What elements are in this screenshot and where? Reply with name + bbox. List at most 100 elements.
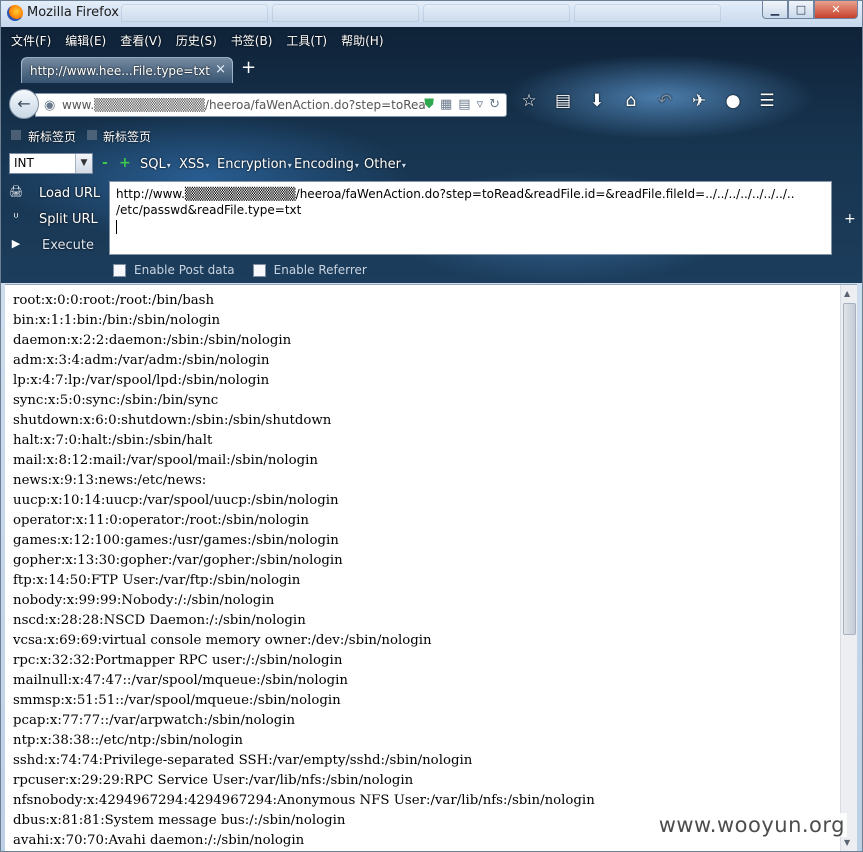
passwd-line: nfsnobody:x:4294967294:4294967294:Anonym…	[13, 793, 595, 808]
background-windows	[121, 4, 721, 22]
minus-button[interactable]: -	[102, 155, 108, 171]
hackbar-options: Enable Post data Enable Referrer	[113, 261, 385, 279]
navigation-toolbar: ◉ www.▒▒▒▒▒▒▒▒▒▒▒▒/heeroa/faWenAction.do…	[1, 85, 862, 123]
passwd-line: nobody:x:99:99:Nobody:/:/sbin/nologin	[13, 593, 275, 608]
passwd-line: uucp:x:10:14:uucp:/var/spool/uucp:/sbin/…	[13, 493, 339, 508]
menu-other[interactable]: Other	[364, 157, 406, 172]
bookmarks-list-icon[interactable]: ▤	[551, 91, 575, 111]
scroll-down-icon[interactable]: ▼	[844, 838, 850, 847]
expand-icon[interactable]: +	[844, 211, 856, 227]
bookmark-new-tab-2[interactable]: 新标签页	[103, 128, 151, 145]
execute-button[interactable]: ▶ Execute	[1, 233, 109, 257]
chevron-down-icon: ▼	[75, 154, 92, 173]
passwd-line: root:x:0:0:root:/root:/bin/bash	[13, 293, 215, 308]
menu-view[interactable]: 查看(V)	[120, 32, 162, 49]
load-url-label: Load URL	[39, 186, 101, 201]
passwd-line: rpcuser:x:29:29:RPC Service User:/var/li…	[13, 773, 414, 788]
tab-title: http://www.hee...File.type=txt	[30, 64, 210, 78]
passwd-line: daemon:x:2:2:daemon:/sbin:/sbin/nologin	[13, 333, 292, 348]
passwd-line: adm:x:3:4:adm:/var/adm:/sbin/nologin	[13, 353, 270, 368]
menu-bar: 文件(F) 编辑(E) 查看(V) 历史(S) 书签(B) 工具(T) 帮助(H…	[1, 27, 862, 53]
load-url-button[interactable]: 🖨 Load URL	[1, 181, 109, 205]
enable-post-checkbox[interactable]: Enable Post data	[113, 263, 235, 277]
enable-referrer-checkbox[interactable]: Enable Referrer	[252, 263, 367, 277]
globe-addon-icon[interactable]: ●	[721, 91, 745, 111]
dropdown-history-icon[interactable]: ▿	[477, 97, 484, 112]
menu-help[interactable]: 帮助(H)	[341, 32, 383, 49]
split-url-button[interactable]: ᵁ Split URL	[1, 207, 109, 231]
firefox-window: Mozilla Firefox ▁ □ ✕ 文件(F) 编辑(E) 查看(V) …	[0, 0, 863, 852]
extension-icon[interactable]: ✈	[687, 91, 711, 111]
passwd-line: nscd:x:28:28:NSCD Daemon:/:/sbin/nologin	[13, 613, 306, 628]
window-controls: ▁ □ ✕	[762, 1, 858, 19]
close-window-button[interactable]: ✕	[814, 1, 858, 19]
int-select-value: INT	[14, 156, 34, 170]
undo-icon[interactable]: ↶	[653, 91, 677, 111]
menu-history[interactable]: 历史(S)	[176, 32, 217, 49]
passwd-line: pcap:x:77:77::/var/arpwatch:/sbin/nologi…	[13, 713, 296, 728]
firefox-logo-icon	[7, 5, 23, 21]
reader-view-icon[interactable]: ▤	[458, 97, 470, 112]
execute-icon: ▶	[11, 237, 21, 250]
passwd-line: mailnull:x:47:47::/var/spool/mqueue:/sbi…	[13, 673, 348, 688]
menu-encoding[interactable]: Encoding	[294, 157, 359, 172]
scrollbar-thumb[interactable]	[843, 303, 856, 635]
address-icons: ⛊ ▦ ▤ ▿ ↻	[424, 97, 500, 112]
scroll-up-icon[interactable]: ▲	[844, 289, 850, 298]
ghost-tab	[574, 4, 721, 22]
passwd-line: gopher:x:13:30:gopher:/var/gopher:/sbin/…	[13, 553, 343, 568]
passwd-line: ntp:x:38:38::/etc/ntp:/sbin/nologin	[13, 733, 243, 748]
plus-button[interactable]: +	[119, 155, 131, 171]
bookmark-new-tab-1[interactable]: 新标签页	[28, 128, 76, 145]
back-button[interactable]: ←	[9, 89, 39, 119]
passwd-line: operator:x:11:0:operator:/root:/sbin/nol…	[13, 513, 309, 528]
home-icon[interactable]: ⌂	[619, 91, 643, 111]
address-bar[interactable]: ◉ www.▒▒▒▒▒▒▒▒▒▒▒▒/heeroa/faWenAction.do…	[35, 93, 507, 117]
load-url-icon: 🖨	[9, 185, 23, 198]
menu-tools[interactable]: 工具(T)	[286, 32, 327, 49]
address-input[interactable]: www.▒▒▒▒▒▒▒▒▒▒▒▒/heeroa/faWenAction.do?s…	[62, 98, 434, 112]
menu-encryption[interactable]: Encryption	[217, 157, 292, 172]
tab-active[interactable]: http://www.hee...File.type=txt ×	[21, 57, 233, 83]
ghost-tab	[423, 4, 570, 22]
shield-icon[interactable]: ⛊	[424, 97, 434, 112]
hamburger-menu-icon[interactable]: ☰	[755, 91, 779, 111]
passwd-line: rpc:x:32:32:Portmapper RPC user:/:/sbin/…	[13, 653, 343, 668]
url-line: http://www.▒▒▒▒▒▒▒▒▒▒▒▒/heeroa/faWenActi…	[116, 187, 795, 201]
int-select[interactable]: INT ▼	[9, 153, 93, 174]
passwd-line: sync:x:5:0:sync:/sbin:/bin/sync	[13, 393, 219, 408]
passwd-line: shutdown:x:6:0:shutdown:/sbin:/sbin/shut…	[13, 413, 332, 428]
checkbox-box[interactable]	[252, 263, 266, 277]
split-url-label: Split URL	[39, 212, 98, 227]
new-tab-button[interactable]: +	[241, 59, 256, 77]
url-line: /etc/passwd&readFile.type=txt	[116, 203, 302, 217]
menu-bookmarks[interactable]: 书签(B)	[231, 32, 273, 49]
checkbox-box[interactable]	[113, 263, 126, 277]
hackbar-url-textarea[interactable]: http://www.▒▒▒▒▒▒▒▒▒▒▒▒/heeroa/faWenActi…	[109, 181, 832, 255]
toolbar-icons: ☆ ▤ ⬇ ⌂ ↶ ✈ ● ☰	[517, 91, 779, 111]
split-url-icon: ᵁ	[13, 211, 19, 224]
download-icon[interactable]: ⬇	[585, 91, 609, 111]
text-caret	[116, 220, 117, 234]
passwd-line: vcsa:x:69:69:virtual console memory owne…	[13, 633, 432, 648]
vertical-scrollbar[interactable]: ▲ ▼	[840, 285, 857, 851]
menu-xss[interactable]: XSS	[179, 157, 209, 172]
passwd-line: news:x:9:13:news:/etc/news:	[13, 473, 207, 488]
close-tab-icon[interactable]: ×	[215, 62, 226, 77]
minimize-button[interactable]: ▁	[762, 1, 788, 19]
menu-edit[interactable]: 编辑(E)	[65, 32, 106, 49]
qr-code-icon[interactable]: ▦	[440, 97, 452, 112]
maximize-button[interactable]: □	[788, 1, 814, 19]
window-title: Mozilla Firefox	[27, 5, 119, 20]
passwd-line: games:x:12:100:games:/usr/games:/sbin/no…	[13, 533, 339, 548]
tab-strip: http://www.hee...File.type=txt × +	[1, 55, 862, 83]
enable-referrer-label: Enable Referrer	[273, 263, 367, 277]
passwd-line: smmsp:x:51:51::/var/spool/mqueue:/sbin/n…	[13, 693, 341, 708]
menu-file[interactable]: 文件(F)	[11, 32, 51, 49]
reload-icon[interactable]: ↻	[489, 97, 500, 112]
menu-sql[interactable]: SQL	[140, 157, 171, 172]
ghost-tab	[272, 4, 419, 22]
passwd-line: ftp:x:14:50:FTP User:/var/ftp:/sbin/nolo…	[13, 573, 301, 588]
bookmark-star-icon[interactable]: ☆	[517, 91, 541, 111]
passwd-line: halt:x:7:0:halt:/sbin:/sbin/halt	[13, 433, 213, 448]
